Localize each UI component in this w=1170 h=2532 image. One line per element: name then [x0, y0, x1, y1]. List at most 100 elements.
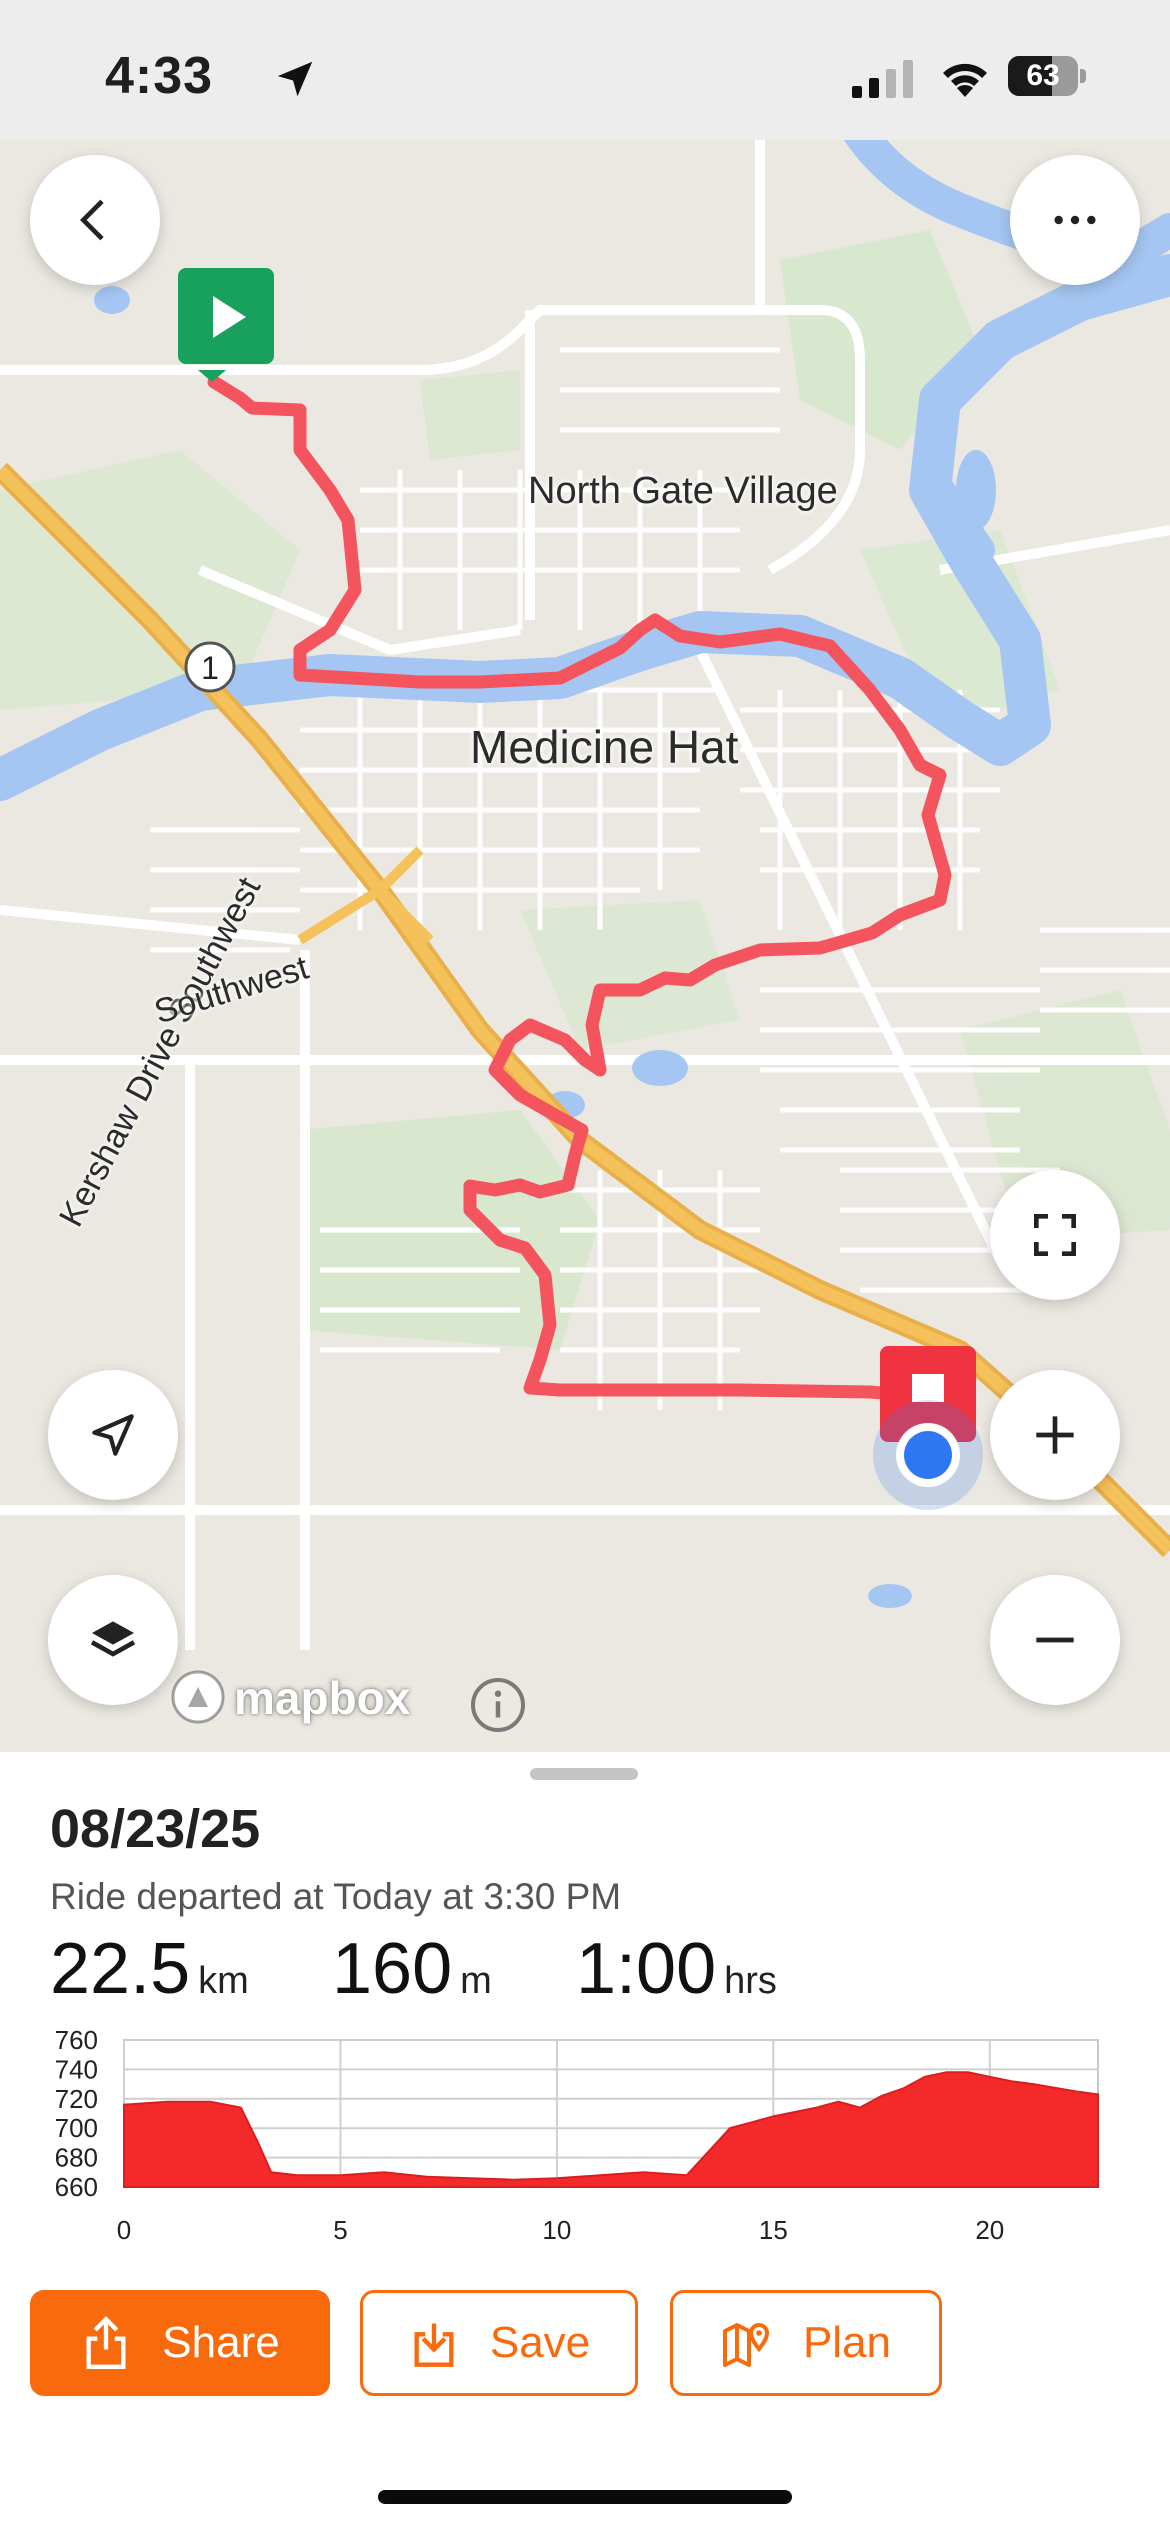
route-map[interactable]: 1 North Gate Village Medicine Hat Kersha…: [0, 140, 1170, 1752]
home-indicator[interactable]: [378, 2490, 792, 2504]
wifi-icon: [943, 63, 987, 97]
duration-stat: 1:00 hrs: [576, 1928, 777, 2010]
elevation-point: [859, 2107, 861, 2109]
elevation-unit: m: [460, 1960, 492, 2002]
plus-icon: [1036, 1416, 1074, 1454]
elevation-point: [1010, 2080, 1012, 2082]
map-canvas[interactable]: 1: [0, 140, 1170, 1752]
zoom-in-button[interactable]: [990, 1370, 1120, 1500]
elevation-point: [989, 2076, 991, 2078]
y-tick-label: 760: [55, 2025, 98, 2055]
elevation-point: [123, 2104, 125, 2106]
save-button[interactable]: Save: [360, 2290, 638, 2396]
chevron-left-icon: [80, 199, 104, 241]
map-label-neighborhood: North Gate Village: [528, 470, 838, 512]
elevation-point: [240, 2107, 242, 2109]
highway-shield-label: 1: [201, 650, 219, 686]
elevation-point: [924, 2076, 926, 2078]
elevation-point: [383, 2171, 385, 2173]
elevation-point: [1075, 2091, 1077, 2092]
elevation-point: [751, 2121, 753, 2123]
y-tick-label: 660: [55, 2172, 98, 2202]
map-layers-button[interactable]: [48, 1575, 178, 1705]
elevation-point: [426, 2176, 428, 2178]
y-tick-label: 740: [55, 2054, 98, 2084]
elevation-point: [686, 2174, 688, 2176]
more-options-button[interactable]: [1010, 155, 1140, 285]
y-tick-label: 720: [55, 2084, 98, 2114]
x-tick-label: 20: [975, 2215, 1004, 2245]
ride-summary-sheet: 08/23/25 Ride departed at Today at 3:30 …: [0, 1752, 1170, 2532]
location-arrow-icon: [277, 61, 313, 97]
elevation-point: [270, 2171, 272, 2173]
elevation-point: [946, 2071, 947, 2073]
duration-value: 1:00: [576, 1929, 717, 2009]
elevation-chart[interactable]: 760740720700680660 0 5 10 15 20: [0, 2022, 1170, 2262]
mapbox-logo[interactable]: mapbox: [168, 1665, 428, 1731]
elevation-point: [881, 2095, 883, 2097]
info-icon[interactable]: [468, 1675, 528, 1735]
elevation-point: [339, 2174, 341, 2176]
x-tick-label: 10: [542, 2215, 571, 2245]
back-button[interactable]: [30, 155, 160, 285]
elevation-point: [772, 2115, 774, 2117]
zoom-out-button[interactable]: [990, 1575, 1120, 1705]
more-dots-icon: [1054, 215, 1096, 225]
recenter-button[interactable]: [48, 1370, 178, 1500]
signal-icon: [852, 60, 913, 98]
x-tick-label: 0: [117, 2215, 131, 2245]
x-tick-label: 5: [333, 2215, 347, 2245]
battery-icon: 63: [1008, 56, 1088, 96]
elevation-point: [513, 2179, 515, 2181]
minus-icon: [1036, 1637, 1074, 1643]
action-buttons: Share Save Plan: [0, 2290, 1170, 2400]
elevation-point: [556, 2177, 558, 2179]
elevation-point: [599, 2174, 601, 2176]
elevation-point: [816, 2107, 818, 2109]
elevation-stat: 160 m: [332, 1928, 492, 2010]
share-button[interactable]: Share: [30, 2290, 330, 2396]
distance-value: 22.5: [50, 1929, 191, 2009]
elevation-point: [643, 2171, 644, 2173]
plan-label: Plan: [802, 2318, 892, 2367]
elevation-point: [902, 2088, 904, 2089]
elevation-point: [210, 2101, 212, 2103]
distance-stat: 22.5 km: [50, 1928, 249, 2010]
elevation-point: [729, 2127, 731, 2129]
mapbox-wordmark: mapbox: [234, 1672, 411, 1724]
sheet-drag-handle[interactable]: [530, 1768, 638, 1780]
mapbox-logo-icon: [171, 1670, 225, 1724]
y-tick-label: 680: [55, 2143, 98, 2173]
elevation-value: 160: [332, 1929, 453, 2009]
share-label: Share: [162, 2318, 280, 2367]
ride-subtitle: Ride departed at Today at 3:30 PM: [50, 1876, 622, 1917]
elevation-point: [967, 2071, 969, 2073]
map-label-city: Medicine Hat: [470, 721, 739, 773]
elevation-point: [837, 2101, 839, 2103]
share-icon: [86, 2316, 126, 2369]
distance-unit: km: [198, 1960, 249, 2002]
elevation-point: [1032, 2083, 1034, 2085]
battery-level: 63: [1026, 59, 1060, 92]
download-icon: [414, 2323, 454, 2367]
y-tick-label: 700: [55, 2113, 98, 2143]
status-time: 4:33: [105, 47, 214, 105]
duration-unit: hrs: [724, 1960, 777, 2002]
status-bar: 4:33 63: [0, 0, 1170, 140]
navigation-arrow-icon: [92, 1414, 134, 1456]
plan-button[interactable]: Plan: [670, 2290, 942, 2396]
fullscreen-icon: [1034, 1214, 1076, 1256]
elevation-point: [707, 2151, 709, 2153]
elevation-point: [1097, 2093, 1099, 2095]
elevation-point: [469, 2177, 471, 2179]
x-tick-label: 15: [759, 2215, 788, 2245]
save-label: Save: [489, 2318, 591, 2367]
map-pin-icon: [722, 2323, 769, 2367]
current-location-dot: [873, 1400, 983, 1510]
ride-date: 08/23/25: [50, 1799, 261, 1859]
fullscreen-button[interactable]: [990, 1170, 1120, 1300]
elevation-point: [296, 2174, 298, 2176]
elevation-point: [166, 2101, 168, 2103]
elevation-point: [257, 2142, 259, 2144]
layers-icon: [90, 1621, 136, 1657]
